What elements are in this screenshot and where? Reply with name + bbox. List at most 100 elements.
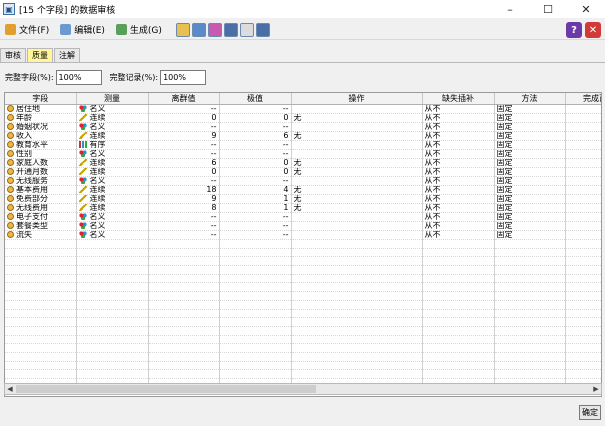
complete-records-input[interactable] bbox=[160, 70, 207, 85]
impute-cell[interactable]: 从不 bbox=[422, 221, 495, 231]
measure-cell[interactable]: 连续 bbox=[76, 203, 149, 213]
measure-cell[interactable]: 连续 bbox=[76, 131, 149, 141]
action-cell[interactable] bbox=[291, 140, 423, 150]
method-cell[interactable]: 固定 bbox=[494, 221, 566, 231]
impute-cell[interactable]: 从不 bbox=[422, 176, 495, 186]
method-cell[interactable]: 固定 bbox=[494, 176, 566, 186]
table-row[interactable]: 教育水平 有序 -- -- 从不 固定 bbox=[5, 140, 601, 150]
table-row[interactable]: 流失 名义 -- -- 从不 固定 bbox=[5, 230, 601, 240]
complete-fields-input[interactable] bbox=[55, 70, 102, 85]
table-row[interactable]: 开通月数 连续 0 0 无从不 固定 bbox=[5, 167, 601, 177]
method-cell[interactable]: 固定 bbox=[494, 149, 566, 159]
action-cell[interactable]: 无 bbox=[291, 185, 423, 195]
toolbar-button-view2[interactable] bbox=[239, 22, 254, 37]
menu-generate[interactable]: 生成(G) bbox=[115, 23, 162, 36]
action-cell[interactable] bbox=[291, 221, 423, 231]
method-cell[interactable]: 固定 bbox=[494, 104, 566, 114]
measure-cell[interactable]: 连续 bbox=[76, 167, 149, 177]
table-row[interactable]: 电子支付 名义 -- -- 从不 固定 bbox=[5, 212, 601, 222]
toolbar-button-graph[interactable] bbox=[175, 22, 190, 37]
impute-cell[interactable]: 从不 bbox=[422, 194, 495, 204]
close-dialog-button[interactable]: ✕ bbox=[585, 22, 601, 38]
table-row[interactable]: 居住地 名义 -- -- 从不 固定 bbox=[5, 104, 601, 114]
action-cell[interactable] bbox=[291, 104, 423, 114]
table-row[interactable]: 收入 连续 9 6 无从不 固定 bbox=[5, 131, 601, 141]
action-cell[interactable] bbox=[291, 176, 423, 186]
menu-file[interactable]: 文件(F) bbox=[5, 23, 49, 36]
ok-button[interactable]: 确定 bbox=[579, 405, 601, 420]
toolbar-button-view3[interactable] bbox=[255, 22, 270, 37]
measure-cell[interactable]: 有序 bbox=[76, 140, 149, 150]
measure-cell[interactable]: 名义 bbox=[76, 176, 149, 186]
column-header[interactable]: 方法 bbox=[494, 93, 566, 105]
menu-edit[interactable]: 编辑(E) bbox=[60, 23, 105, 36]
toolbar-button-print[interactable] bbox=[191, 22, 206, 37]
measure-cell[interactable]: 名义 bbox=[76, 122, 149, 132]
method-cell[interactable]: 固定 bbox=[494, 212, 566, 222]
action-cell[interactable]: 无 bbox=[291, 167, 423, 177]
scroll-right-arrow[interactable]: ▶ bbox=[591, 384, 601, 394]
table-row[interactable]: 年龄 连续 0 0 无从不 固定 bbox=[5, 113, 601, 123]
table-row[interactable]: 无线服务 名义 -- -- 从不 固定 bbox=[5, 176, 601, 186]
table-row[interactable]: 家庭人数 连续 6 0 无从不 固定 bbox=[5, 158, 601, 168]
tab-quality[interactable]: 质量 bbox=[27, 48, 53, 62]
action-cell[interactable]: 无 bbox=[291, 158, 423, 168]
action-cell[interactable] bbox=[291, 230, 423, 240]
close-window-button[interactable]: ✕ bbox=[567, 0, 605, 18]
impute-cell[interactable]: 从不 bbox=[422, 113, 495, 123]
action-cell[interactable] bbox=[291, 122, 423, 132]
measure-cell[interactable]: 名义 bbox=[76, 221, 149, 231]
tab-annotations[interactable]: 注解 bbox=[54, 48, 80, 62]
measure-cell[interactable]: 名义 bbox=[76, 230, 149, 240]
scroll-left-arrow[interactable]: ◀ bbox=[5, 384, 15, 394]
horizontal-scrollbar[interactable]: ◀ ▶ bbox=[4, 383, 602, 395]
method-cell[interactable]: 固定 bbox=[494, 185, 566, 195]
impute-cell[interactable]: 从不 bbox=[422, 230, 495, 240]
method-cell[interactable]: 固定 bbox=[494, 158, 566, 168]
column-header[interactable]: 字段 bbox=[5, 93, 77, 105]
action-cell[interactable]: 无 bbox=[291, 203, 423, 213]
impute-cell[interactable]: 从不 bbox=[422, 185, 495, 195]
measure-cell[interactable]: 连续 bbox=[76, 158, 149, 168]
impute-cell[interactable]: 从不 bbox=[422, 131, 495, 141]
method-cell[interactable]: 固定 bbox=[494, 203, 566, 213]
column-header[interactable]: 离群值 bbox=[148, 93, 220, 105]
impute-cell[interactable]: 从不 bbox=[422, 212, 495, 222]
tab-audit[interactable]: 审核 bbox=[0, 48, 26, 62]
table-row[interactable]: 性别 名义 -- -- 从不 固定 bbox=[5, 149, 601, 159]
action-cell[interactable]: 无 bbox=[291, 194, 423, 204]
action-cell[interactable]: 无 bbox=[291, 131, 423, 141]
impute-cell[interactable]: 从不 bbox=[422, 167, 495, 177]
column-header[interactable]: 完成百 bbox=[565, 93, 601, 105]
impute-cell[interactable]: 从不 bbox=[422, 149, 495, 159]
impute-cell[interactable]: 从不 bbox=[422, 158, 495, 168]
table-row[interactable]: 套餐类型 名义 -- -- 从不 固定 bbox=[5, 221, 601, 231]
help-button[interactable]: ? bbox=[566, 22, 582, 38]
impute-cell[interactable]: 从不 bbox=[422, 122, 495, 132]
method-cell[interactable]: 固定 bbox=[494, 230, 566, 240]
method-cell[interactable]: 固定 bbox=[494, 131, 566, 141]
toolbar-button-export[interactable] bbox=[207, 22, 222, 37]
impute-cell[interactable]: 从不 bbox=[422, 203, 495, 213]
measure-cell[interactable]: 名义 bbox=[76, 104, 149, 114]
scroll-thumb[interactable] bbox=[16, 385, 316, 393]
method-cell[interactable]: 固定 bbox=[494, 140, 566, 150]
table-row[interactable]: 婚姻状况 名义 -- -- 从不 固定 bbox=[5, 122, 601, 132]
method-cell[interactable]: 固定 bbox=[494, 113, 566, 123]
table-row[interactable]: 基本费用 连续 18 4 无从不 固定 bbox=[5, 185, 601, 195]
measure-cell[interactable]: 连续 bbox=[76, 185, 149, 195]
action-cell[interactable] bbox=[291, 149, 423, 159]
action-cell[interactable]: 无 bbox=[291, 113, 423, 123]
table-row[interactable]: 免费部分 连续 9 1 无从不 固定 bbox=[5, 194, 601, 204]
measure-cell[interactable]: 连续 bbox=[76, 194, 149, 204]
column-header[interactable]: 缺失插补 bbox=[422, 93, 495, 105]
minimize-button[interactable]: – bbox=[491, 0, 529, 18]
impute-cell[interactable]: 从不 bbox=[422, 140, 495, 150]
toolbar-button-view1[interactable] bbox=[223, 22, 238, 37]
column-header[interactable]: 操作 bbox=[291, 93, 423, 105]
measure-cell[interactable]: 名义 bbox=[76, 149, 149, 159]
impute-cell[interactable]: 从不 bbox=[422, 104, 495, 114]
maximize-button[interactable]: ☐ bbox=[529, 0, 567, 18]
column-header[interactable]: 测量 bbox=[76, 93, 149, 105]
method-cell[interactable]: 固定 bbox=[494, 167, 566, 177]
